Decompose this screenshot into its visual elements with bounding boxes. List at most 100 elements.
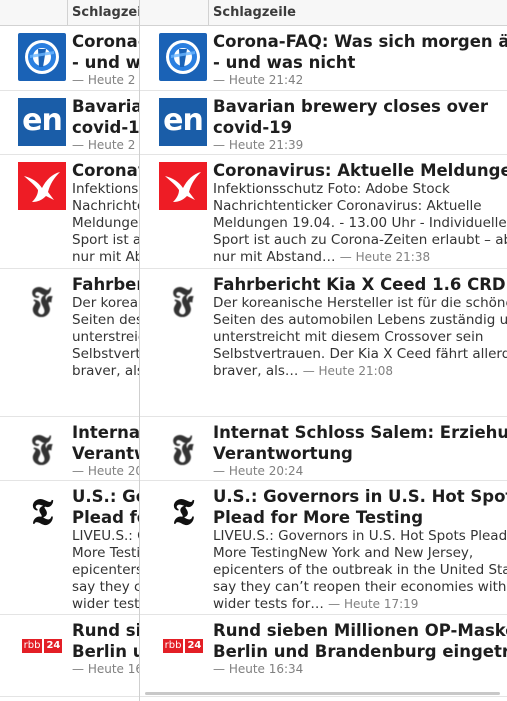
- back-list-header: Schlagzeile: [0, 0, 139, 26]
- article-title-line: Bavarian brewery closes over: [213, 97, 488, 116]
- article-text: Bavarian brewery closes over covid-19— He…: [213, 96, 507, 152]
- article-title-line: Berlin u: [72, 642, 139, 661]
- article-row[interactable]: 𝕱Fahrbericht Kia X Ceed 1.6 CRDi 7DCDer …: [140, 270, 507, 417]
- article-description: Der koreanische Hersteller ist für die s…: [213, 295, 507, 380]
- article-title-line: Fahrber: [72, 275, 139, 294]
- article-description-line: say they ca: [72, 579, 139, 595]
- article-description-line: Sport ist auch zu Corona-Zeiten erlaubt …: [213, 232, 507, 248]
- article-description-line: nur mit Ab: [72, 249, 139, 265]
- article-timestamp: — Heute 17:19: [328, 597, 419, 611]
- article-description-line: More Testi: [72, 545, 139, 561]
- article-title-line: Rund sie: [72, 621, 139, 640]
- article-text: Bavarian covid-19— Heute 2: [72, 96, 139, 152]
- euronews-logo-icon: en: [159, 98, 207, 146]
- article-title[interactable]: Internat Verantw: [72, 422, 139, 464]
- article-timestamp: — Heute 21:42: [213, 73, 304, 87]
- article-timestamp: — Heute 21:08: [302, 364, 393, 378]
- article-description-line: Selbstvertr: [72, 346, 139, 362]
- article-description-line: Seiten des automobilen Lebens zuständig …: [213, 312, 507, 328]
- article-title[interactable]: Coronav: [72, 160, 139, 181]
- back-article-row[interactable]: 𝕿 U.S.: Gov Plead foLIVEU.S.: CMore Testie…: [0, 482, 139, 615]
- article-title[interactable]: U.S.: Governors in U.S. Hot Spots Plead f…: [213, 486, 507, 528]
- article-title[interactable]: Rund sieben Millionen OP-Masken i Berlin …: [213, 620, 507, 662]
- euronews-logo-icon: en: [18, 98, 66, 146]
- article-title-line: Berlin und Brandenburg eingetroffe: [213, 642, 507, 661]
- article-title[interactable]: Corona-FAQ: Was sich morgen ände - und wa…: [213, 31, 507, 73]
- article-title-line: - und was nicht: [213, 53, 356, 72]
- horizontal-scrollbar[interactable]: [145, 692, 500, 695]
- article-title[interactable]: Internat Schloss Salem: Erziehung z Veran…: [213, 422, 507, 464]
- back-article-row[interactable]: en Bavarian covid-19— Heute 2: [0, 92, 139, 155]
- article-description: Infektions Nachrichte Meldunge Sport ist an…: [72, 181, 139, 266]
- article-row[interactable]: 𝕱 Internat Schloss Salem: Erziehung z Vera…: [140, 418, 507, 481]
- article-title[interactable]: Coronavirus: Aktuelle Meldungen: [213, 160, 507, 181]
- article-title[interactable]: U.S.: Gov Plead fo: [72, 486, 139, 528]
- back-article-row[interactable]: 𝕱FahrberDer koreanSeiten desunterstreicS…: [0, 270, 139, 417]
- article-description-line: Infektionsschutz Foto: Adobe Stock: [213, 181, 450, 197]
- article-description-line: unterstreicht mit diesem Crossover sein: [213, 329, 484, 345]
- article-row[interactable]: 𝕿 U.S.: Governors in U.S. Hot Spots Plead …: [140, 482, 507, 615]
- article-text: U.S.: Gov Plead foLIVEU.S.: CMore Testiep…: [72, 486, 139, 613]
- article-description-line: Der koreanische Hersteller ist für die s…: [213, 295, 507, 311]
- article-title[interactable]: Bavarian brewery closes over covid-19: [213, 96, 507, 138]
- article-title-line: Bavarian: [72, 97, 139, 116]
- article-text: Internat Verantw— Heute 20: [72, 422, 139, 478]
- article-title[interactable]: Corona- - und wa: [72, 31, 139, 73]
- back-headline-column-header[interactable]: Schlagzeile: [72, 5, 139, 20]
- article-title-line: U.S.: Gov: [72, 487, 139, 506]
- article-title-line: U.S.: Governors in U.S. Hot Spots: [213, 487, 507, 506]
- article-description-line: Meldungen 19.04. - 13.00 Uhr - Individue…: [213, 215, 507, 231]
- article-title-line: - und wa: [72, 53, 139, 72]
- article-title[interactable]: Fahrber: [72, 274, 139, 295]
- list-header: Schlagzeile: [140, 0, 507, 26]
- back-article-row[interactable]: CoronavInfektionsNachrichteMeldungeSport…: [0, 156, 139, 269]
- article-title[interactable]: Rund sie Berlin u: [72, 620, 139, 662]
- article-text: Corona- - und wa— Heute 2: [72, 31, 139, 87]
- article-text: CoronavInfektionsNachrichteMeldungeSport…: [72, 160, 139, 266]
- article-description-line: epicenters: [72, 562, 139, 578]
- article-text: Corona-FAQ: Was sich morgen ände - und wa…: [213, 31, 507, 87]
- article-description: Der koreanSeiten desunterstreicSelbstver…: [72, 295, 139, 380]
- article-title[interactable]: Bavarian covid-19: [72, 96, 139, 138]
- article-description-line: Infektions: [72, 181, 139, 197]
- back-article-row[interactable]: Corona- - und wa— Heute 2: [0, 27, 139, 91]
- article-title-line: Corona-: [72, 32, 139, 51]
- article-description-line: Der korean: [72, 295, 139, 311]
- article-timestamp: — Heute 21:39: [213, 138, 304, 152]
- article-title[interactable]: Fahrbericht Kia X Ceed 1.6 CRDi 7DC: [213, 274, 507, 295]
- article-title-line: Plead for More Testing: [213, 508, 424, 527]
- icon-column-header[interactable]: [140, 0, 209, 25]
- article-description-line: wider tests for… — Heute 17:19: [213, 596, 419, 612]
- article-row[interactable]: Coronavirus: Aktuelle Meldungen Infektion…: [140, 156, 507, 269]
- article-timestamp: — Heute 16: [72, 662, 139, 676]
- article-text: Internat Schloss Salem: Erziehung z Veran…: [213, 422, 507, 478]
- back-article-row[interactable]: 𝕱 Internat Verantw— Heute 20: [0, 418, 139, 481]
- article-title-line: Verantw: [72, 444, 139, 463]
- nyt-logo-icon: 𝕿: [18, 488, 66, 536]
- back-icon-column-header[interactable]: [0, 0, 68, 25]
- faz-logo-icon: 𝕱: [159, 424, 207, 472]
- article-title-line: Coronav: [72, 161, 139, 180]
- article-row[interactable]: Corona-FAQ: Was sich morgen ände - und wa…: [140, 27, 507, 91]
- article-text: Coronavirus: Aktuelle Meldungen Infektion…: [213, 160, 507, 266]
- article-title-line: Rund sieben Millionen OP-Masken i: [213, 621, 507, 640]
- article-text: U.S.: Governors in U.S. Hot Spots Plead f…: [213, 486, 507, 613]
- article-title-line: Verantwortung: [213, 444, 353, 463]
- article-description-line: Meldunge: [72, 215, 139, 231]
- article-description-line: unterstreic: [72, 329, 139, 345]
- back-article-row[interactable]: rbb24 Rund sie Berlin u— Heute 16: [0, 616, 139, 697]
- back-article-list: Schlagzeile Corona-- und wa— Heute 2enBa…: [0, 0, 139, 701]
- article-title-line: Fahrbericht Kia X Ceed 1.6 CRDi 7DC: [213, 275, 507, 294]
- article-title-line: Plead fo: [72, 508, 139, 527]
- headline-column-header[interactable]: Schlagzeile: [213, 5, 296, 20]
- rbb24-logo-icon: rbb 24: [18, 622, 66, 670]
- article-description: Infektionsschutz Foto: Adobe Stock Nachri…: [213, 181, 507, 266]
- article-description-line: More TestingNew York and New Jersey,: [213, 545, 474, 561]
- red-bird-logo-icon: [159, 162, 207, 210]
- article-row[interactable]: en Bavarian brewery closes over covid-19— …: [140, 92, 507, 155]
- article-text: Rund sieben Millionen OP-Masken i Berlin …: [213, 620, 507, 676]
- article-row[interactable]: rbb 24 Rund sieben Millionen OP-Masken i Be…: [140, 616, 507, 697]
- article-description-line: LIVEU.S.: C: [72, 528, 139, 544]
- article-description-line: Selbstvertrauen. Der Kia X Ceed fährt al…: [213, 346, 507, 362]
- article-title-line: Internat Schloss Salem: Erziehung z: [213, 423, 507, 442]
